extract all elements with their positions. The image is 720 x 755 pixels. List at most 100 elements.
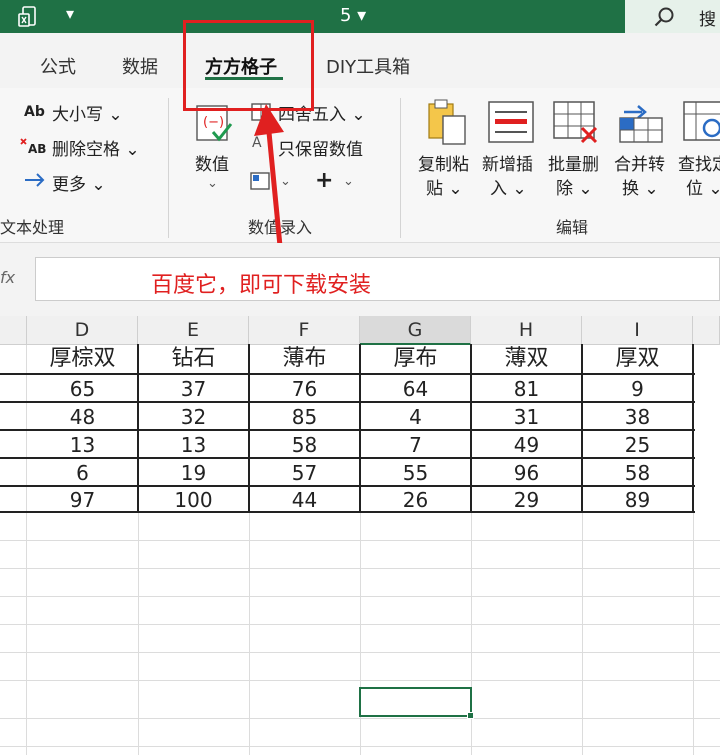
plus-caret-icon[interactable]: ⌄ <box>343 174 354 189</box>
find-locate-label[interactable]: 查找定 <box>678 150 720 175</box>
quick-access-caret-icon[interactable]: ▾ <box>66 4 74 23</box>
table-cell[interactable]: 19 <box>138 459 249 487</box>
batch-delete-caret[interactable]: 除 ⌄ <box>556 174 593 199</box>
svg-text:AB: AB <box>28 142 46 156</box>
merge-convert-caret[interactable]: 换 ⌄ <box>622 174 659 199</box>
active-cell-selection[interactable] <box>359 687 472 717</box>
column-header-g[interactable]: G <box>360 316 471 345</box>
table-header-cell[interactable]: 厚双 <box>582 345 693 373</box>
table-cell[interactable]: 32 <box>138 403 249 431</box>
gridline <box>0 624 720 625</box>
value-button-label[interactable]: 数值 <box>195 150 229 175</box>
table-cell[interactable]: 44 <box>249 486 360 514</box>
ribbon: Ab 大小写 ⌄ AB 删除空格 ⌄ 更多 ⌄ 文本处理 (−) 数值 ⌄ 四舍… <box>0 88 720 243</box>
table-cell[interactable]: 58 <box>249 431 360 459</box>
merge-convert-icon <box>619 105 663 143</box>
spreadsheet-grid[interactable]: D E F G H I 厚棕双 钻石 薄布 厚布 薄双 厚双 65 37 76 … <box>0 316 720 755</box>
remove-space-caret-icon: ⌄ <box>125 140 140 160</box>
table-cell[interactable]: 4 <box>360 403 471 431</box>
copy-paste-icon <box>428 99 466 145</box>
insert-rows-caret[interactable]: 入 ⌄ <box>490 174 527 199</box>
gridline <box>0 568 720 569</box>
table-cell[interactable]: 29 <box>471 486 582 514</box>
column-header-j[interactable] <box>693 316 720 345</box>
table-cell[interactable]: 31 <box>471 403 582 431</box>
copy-paste-label[interactable]: 复制粘 <box>418 150 469 175</box>
table-cell[interactable]: 13 <box>138 431 249 459</box>
merge-convert-label[interactable]: 合并转 <box>614 150 665 175</box>
table-cell[interactable]: 97 <box>27 486 138 514</box>
table-cell[interactable]: 49 <box>471 431 582 459</box>
value-caret-icon[interactable]: ⌄ <box>207 176 218 191</box>
case-button[interactable]: 大小写 ⌄ <box>52 100 123 125</box>
batch-delete-icon <box>553 101 598 144</box>
tab-diy-toolbox[interactable]: DIY工具箱 <box>326 53 410 79</box>
table-cell[interactable]: 100 <box>138 486 249 514</box>
remove-space-icon: AB <box>20 138 46 156</box>
table-cell[interactable]: 58 <box>582 459 693 487</box>
table-cell[interactable]: 13 <box>27 431 138 459</box>
table-cell[interactable]: 64 <box>360 375 471 403</box>
round-caret-icon: ⌄ <box>351 105 366 125</box>
table-cell[interactable]: 9 <box>582 375 693 403</box>
table-cell[interactable]: 65 <box>27 375 138 403</box>
column-header-i[interactable]: I <box>582 316 693 345</box>
column-header-h[interactable]: H <box>471 316 582 345</box>
remove-space-button[interactable]: 删除空格 ⌄ <box>52 135 140 160</box>
fill-handle[interactable] <box>467 712 474 719</box>
more-caret-icon: ⌄ <box>91 175 106 195</box>
search-icon <box>654 7 674 27</box>
table-cell[interactable]: 6 <box>27 459 138 487</box>
table-cell[interactable]: 76 <box>249 375 360 403</box>
plus-icon[interactable]: + <box>315 168 333 193</box>
table-cell[interactable]: 81 <box>471 375 582 403</box>
tab-data[interactable]: 数据 <box>122 53 158 79</box>
table-cell[interactable]: 48 <box>27 403 138 431</box>
svg-text:Ab: Ab <box>24 104 45 120</box>
annotation-arrow-icon <box>254 104 284 247</box>
table-header-cell[interactable]: 钻石 <box>138 345 249 373</box>
case-icon: Ab <box>24 104 45 120</box>
file-icon[interactable] <box>18 6 38 28</box>
table-header-cell[interactable]: 薄双 <box>471 345 582 373</box>
table-header-cell[interactable]: 薄布 <box>249 345 360 373</box>
copy-paste-caret[interactable]: 贴 ⌄ <box>426 174 463 199</box>
gridline <box>0 680 720 681</box>
insert-rows-icon <box>488 101 534 143</box>
column-header-e[interactable]: E <box>138 316 249 345</box>
table-cell[interactable]: 89 <box>582 486 693 514</box>
formula-input[interactable]: 百度它，即可下载安装 <box>35 257 720 301</box>
svg-text:(−): (−) <box>203 115 224 130</box>
tab-formulas[interactable]: 公式 <box>40 53 76 79</box>
table-cell[interactable]: 57 <box>249 459 360 487</box>
insert-rows-label[interactable]: 新增插 <box>482 150 533 175</box>
document-title: 5 ▾ <box>340 5 367 26</box>
arrow-right-icon <box>25 173 45 187</box>
find-locate-caret[interactable]: 位 ⌄ <box>686 174 720 199</box>
column-header-d[interactable]: D <box>27 316 138 345</box>
gridline <box>0 596 720 597</box>
table-cell[interactable]: 7 <box>360 431 471 459</box>
table-cell[interactable]: 26 <box>360 486 471 514</box>
ribbon-tab-strip: 公式 数据 方方格子 DIY工具箱 <box>0 33 720 88</box>
find-locate-icon <box>683 101 720 141</box>
table-cell[interactable]: 38 <box>582 403 693 431</box>
search-box[interactable]: 搜 <box>625 0 720 33</box>
table-cell[interactable]: 85 <box>249 403 360 431</box>
gridline <box>0 652 720 653</box>
batch-delete-label[interactable]: 批量删 <box>548 150 599 175</box>
table-cell[interactable]: 55 <box>360 459 471 487</box>
table-cell[interactable]: 25 <box>582 431 693 459</box>
more-button[interactable]: 更多 ⌄ <box>52 170 106 195</box>
gridline <box>0 746 720 747</box>
fx-icon[interactable]: fx <box>0 268 15 287</box>
formula-content: 百度它，即可下载安装 <box>151 273 372 298</box>
formula-bar: fx 百度它，即可下载安装 <box>0 243 720 316</box>
table-cell[interactable]: 96 <box>471 459 582 487</box>
row-header-corner[interactable] <box>0 316 27 345</box>
column-header-f[interactable]: F <box>249 316 360 345</box>
table-header-cell[interactable]: 厚棕双 <box>27 345 138 373</box>
table-cell[interactable]: 37 <box>138 375 249 403</box>
tab-highlight-box <box>183 20 314 111</box>
table-header-cell[interactable]: 厚布 <box>360 345 471 373</box>
